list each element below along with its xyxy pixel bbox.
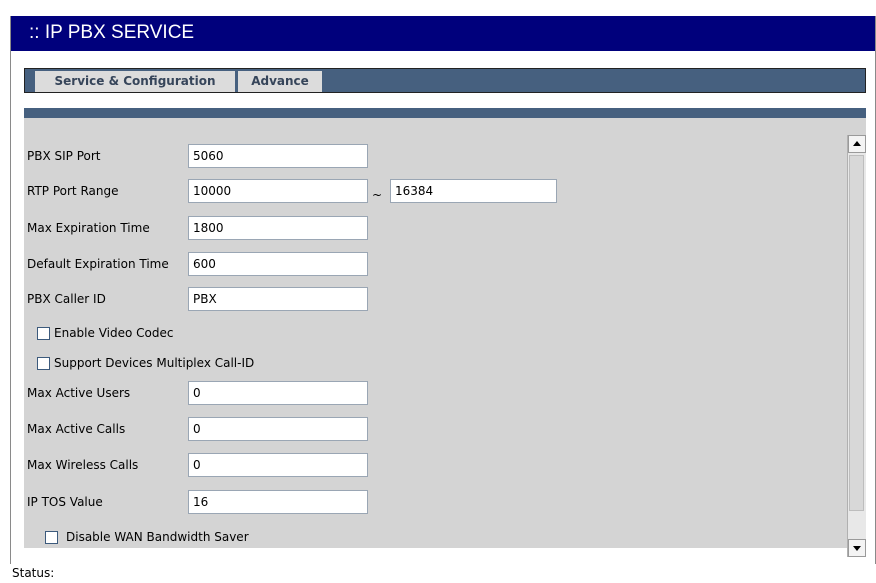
disable-wan-bandwidth-saver-checkbox[interactable] bbox=[45, 531, 58, 544]
scroll-up-button[interactable] bbox=[848, 135, 866, 153]
title-bar: :: IP PBX SERVICE bbox=[11, 16, 875, 51]
max-wireless-calls-label: Max Wireless Calls bbox=[27, 458, 139, 472]
range-separator: ~ bbox=[372, 188, 383, 202]
pbx-caller-id-label: PBX Caller ID bbox=[27, 292, 106, 306]
max-wireless-calls-input[interactable] bbox=[188, 453, 368, 477]
default-expiration-time-label: Default Expiration Time bbox=[27, 257, 169, 271]
max-active-users-label: Max Active Users bbox=[27, 386, 131, 400]
rtp-port-range-label: RTP Port Range bbox=[27, 184, 119, 198]
pbx-sip-port-input[interactable] bbox=[188, 144, 368, 168]
page-title: :: IP PBX SERVICE bbox=[29, 22, 195, 43]
enable-video-codec-checkbox[interactable] bbox=[37, 327, 50, 340]
rtp-port-from-input[interactable] bbox=[188, 179, 368, 203]
disable-wan-bandwidth-saver-label: Disable WAN Bandwidth Saver bbox=[66, 530, 249, 544]
max-active-calls-label: Max Active Calls bbox=[27, 422, 126, 436]
scroll-down-button[interactable] bbox=[848, 539, 866, 557]
arrow-down-icon bbox=[853, 546, 861, 551]
pbx-sip-port-label: PBX SIP Port bbox=[27, 149, 101, 163]
support-multiplex-callid-checkbox[interactable] bbox=[37, 357, 50, 370]
support-multiplex-callid-label: Support Devices Multiplex Call-ID bbox=[54, 356, 255, 370]
config-panel: PBX SIP Port RTP Port Range ~ Max Expira… bbox=[24, 118, 866, 557]
max-expiration-time-input[interactable] bbox=[188, 216, 368, 240]
max-active-users-input[interactable] bbox=[188, 381, 368, 405]
enable-video-codec-label: Enable Video Codec bbox=[54, 326, 174, 340]
vertical-scrollbar[interactable] bbox=[847, 135, 866, 557]
ip-tos-value-input[interactable] bbox=[188, 490, 368, 514]
panel-header-band bbox=[24, 108, 866, 118]
pbx-caller-id-input[interactable] bbox=[188, 287, 368, 311]
rtp-port-to-input[interactable] bbox=[390, 179, 557, 203]
default-expiration-time-input[interactable] bbox=[188, 252, 368, 276]
tab-strip: Service & Configuration Advance bbox=[24, 68, 866, 93]
tab-advance[interactable]: Advance bbox=[238, 71, 322, 92]
ip-tos-value-label: IP TOS Value bbox=[27, 495, 103, 509]
scrollbar-thumb[interactable] bbox=[849, 155, 864, 511]
status-label: Status: bbox=[12, 566, 55, 580]
max-active-calls-input[interactable] bbox=[188, 417, 368, 441]
arrow-up-icon bbox=[853, 141, 861, 146]
max-expiration-time-label: Max Expiration Time bbox=[27, 221, 150, 235]
tab-service-configuration[interactable]: Service & Configuration bbox=[35, 71, 235, 92]
